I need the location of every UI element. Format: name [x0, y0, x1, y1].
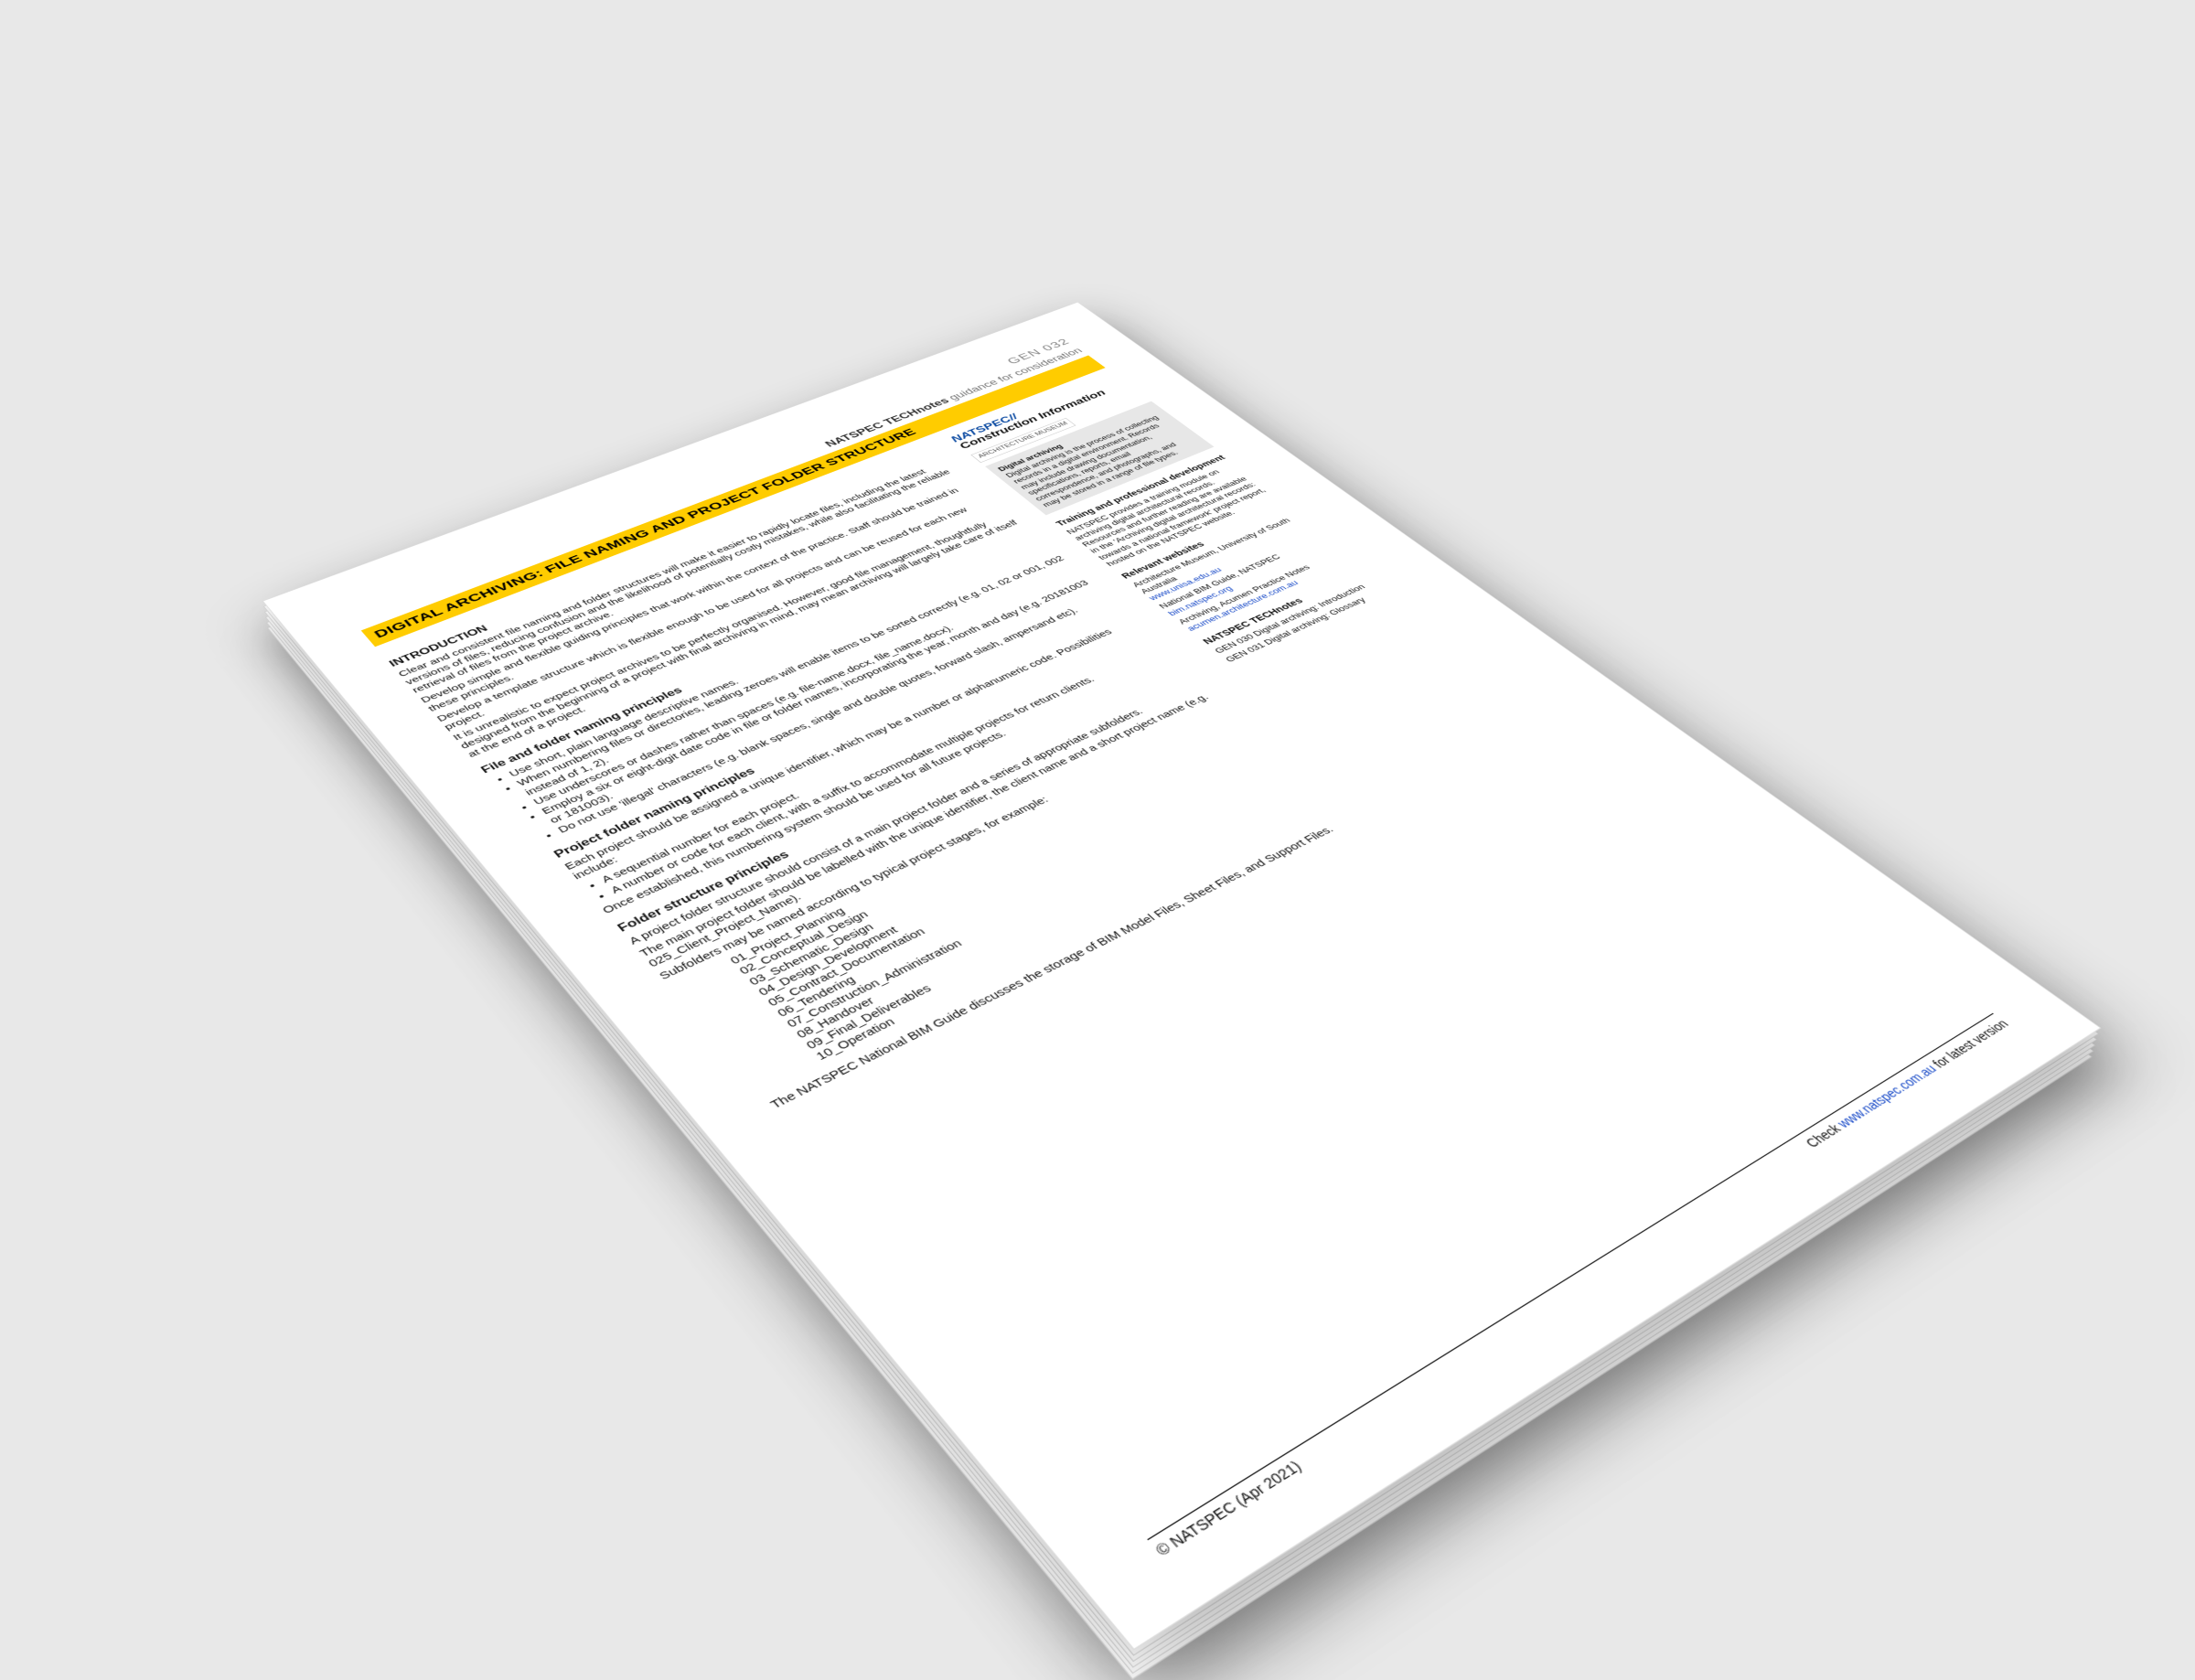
footer-text: for latest version	[1926, 1017, 2011, 1072]
footer-link[interactable]: www.natspec.com.au	[1834, 1062, 1940, 1130]
document-page: GEN 032 NATSPEC TECHnotes guidance for c…	[262, 302, 2102, 1650]
page-footer: © NATSPEC (Apr 2021) Check www.natspec.c…	[1147, 1012, 2012, 1559]
page-stack: GEN 032 NATSPEC TECHnotes guidance for c…	[267, 326, 2093, 1680]
footer-version: Check www.natspec.com.au for latest vers…	[1802, 1017, 2012, 1150]
footer-copyright: © NATSPEC (Apr 2021)	[1152, 1458, 1306, 1560]
